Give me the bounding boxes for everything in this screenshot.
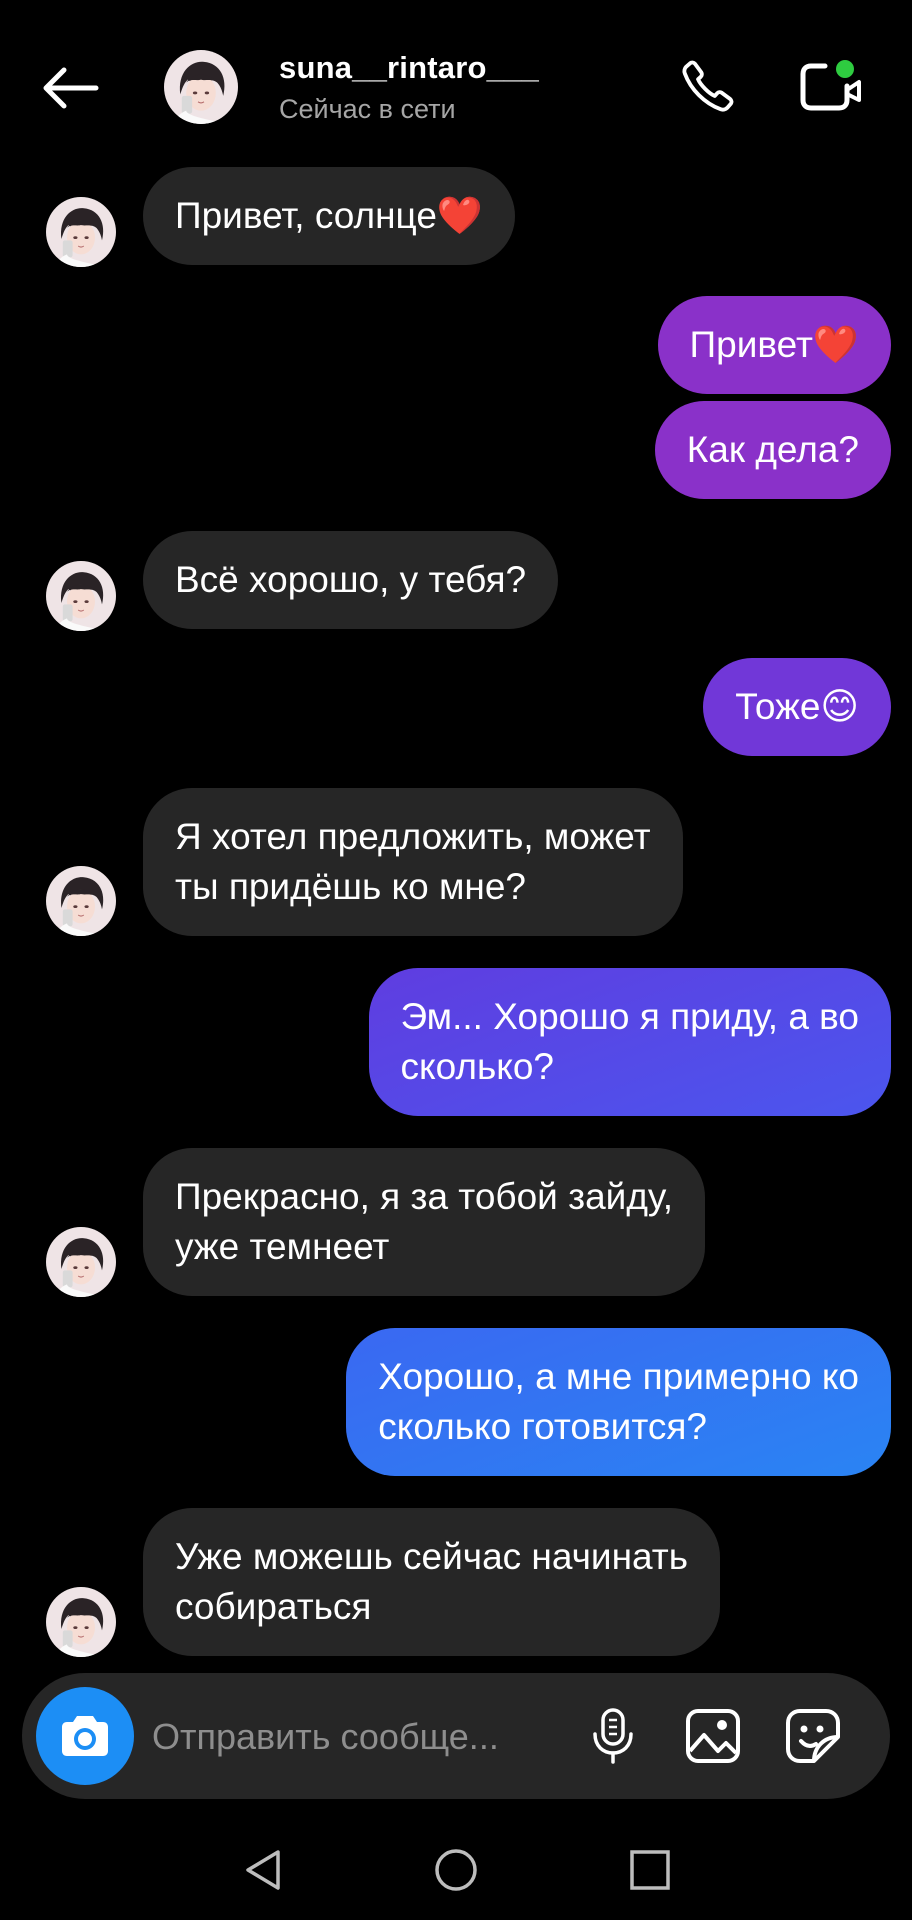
- audio-call-button[interactable]: [672, 50, 744, 122]
- message-outgoing[interactable]: Как дела?: [654, 401, 891, 499]
- message-composer: [22, 1673, 890, 1799]
- message-outgoing[interactable]: Привет❤️: [657, 296, 891, 394]
- sender-avatar[interactable]: [46, 1227, 116, 1297]
- sender-avatar[interactable]: [46, 561, 116, 631]
- system-navigation-bar: [0, 1820, 912, 1920]
- message-incoming[interactable]: Я хотел предложить, может ты придёшь ко …: [143, 788, 683, 936]
- camera-button[interactable]: [36, 1687, 134, 1785]
- nav-back-button[interactable]: [226, 1840, 298, 1900]
- microphone-icon: [593, 1708, 633, 1764]
- message-incoming[interactable]: Привет, солнце❤️: [143, 167, 515, 265]
- video-call-button[interactable]: [790, 50, 870, 122]
- message-outgoing[interactable]: Тоже😊: [703, 658, 891, 756]
- chat-header: suna__rintaro___ Сейчас в сети: [0, 0, 912, 170]
- circle-home-icon: [435, 1849, 477, 1891]
- message-outgoing[interactable]: Хорошо, а мне примерно ко сколько готови…: [346, 1328, 891, 1476]
- voice-message-button[interactable]: [580, 1703, 646, 1769]
- sender-avatar[interactable]: [46, 866, 116, 936]
- message-incoming[interactable]: Прекрасно, я за тобой зайду, уже темнеет: [143, 1148, 706, 1296]
- triangle-back-icon: [246, 1850, 280, 1890]
- contact-username[interactable]: suna__rintaro___: [279, 50, 539, 86]
- online-dot: [836, 60, 854, 78]
- online-status: Сейчас в сети: [279, 94, 456, 124]
- profile-avatar[interactable]: [164, 50, 238, 124]
- message-input[interactable]: [150, 1703, 584, 1771]
- back-button[interactable]: [34, 56, 106, 120]
- gallery-button[interactable]: [680, 1703, 746, 1769]
- phone-icon: [682, 60, 734, 112]
- message-incoming[interactable]: Уже можешь сейчас начинать собираться: [143, 1508, 720, 1656]
- nav-recents-button[interactable]: [614, 1840, 686, 1900]
- sticker-icon: [786, 1709, 840, 1763]
- sender-avatar[interactable]: [46, 1587, 116, 1657]
- message-incoming[interactable]: Всё хорошо, у тебя?: [143, 531, 559, 629]
- camera-icon: [62, 1716, 108, 1756]
- nav-home-button[interactable]: [420, 1840, 492, 1900]
- video-camera-icon: [800, 60, 861, 111]
- sender-avatar[interactable]: [46, 197, 116, 267]
- sticker-button[interactable]: [780, 1703, 846, 1769]
- square-recents-icon: [630, 1850, 670, 1890]
- message-outgoing[interactable]: Эм... Хорошо я приду, а во сколько?: [368, 968, 891, 1116]
- image-icon: [686, 1709, 740, 1763]
- arrow-left-icon: [43, 67, 99, 109]
